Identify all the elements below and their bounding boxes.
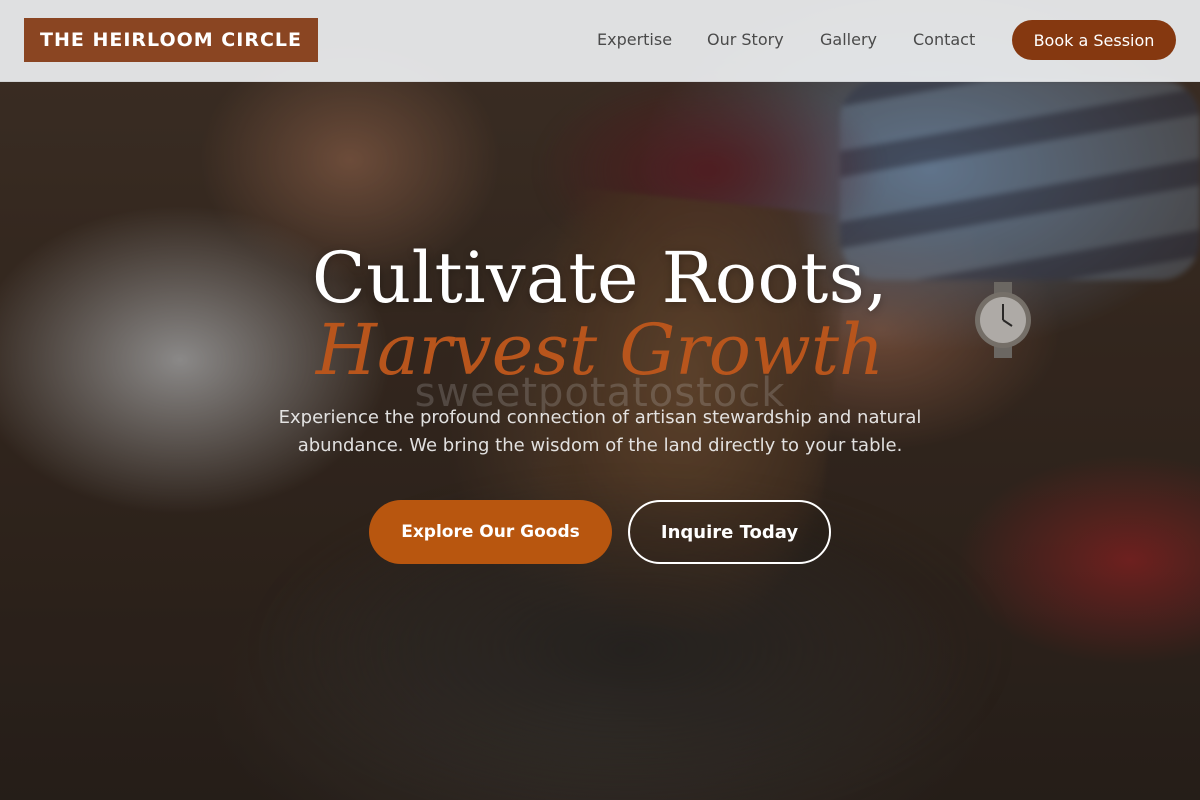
explore-goods-button[interactable]: Explore Our Goods: [369, 500, 612, 564]
hero-section: Cultivate Roots, Harvest Growth sweetpot…: [0, 0, 1200, 800]
inquire-today-button[interactable]: Inquire Today: [628, 500, 831, 564]
hero-description: Experience the profound connection of ar…: [278, 407, 922, 456]
